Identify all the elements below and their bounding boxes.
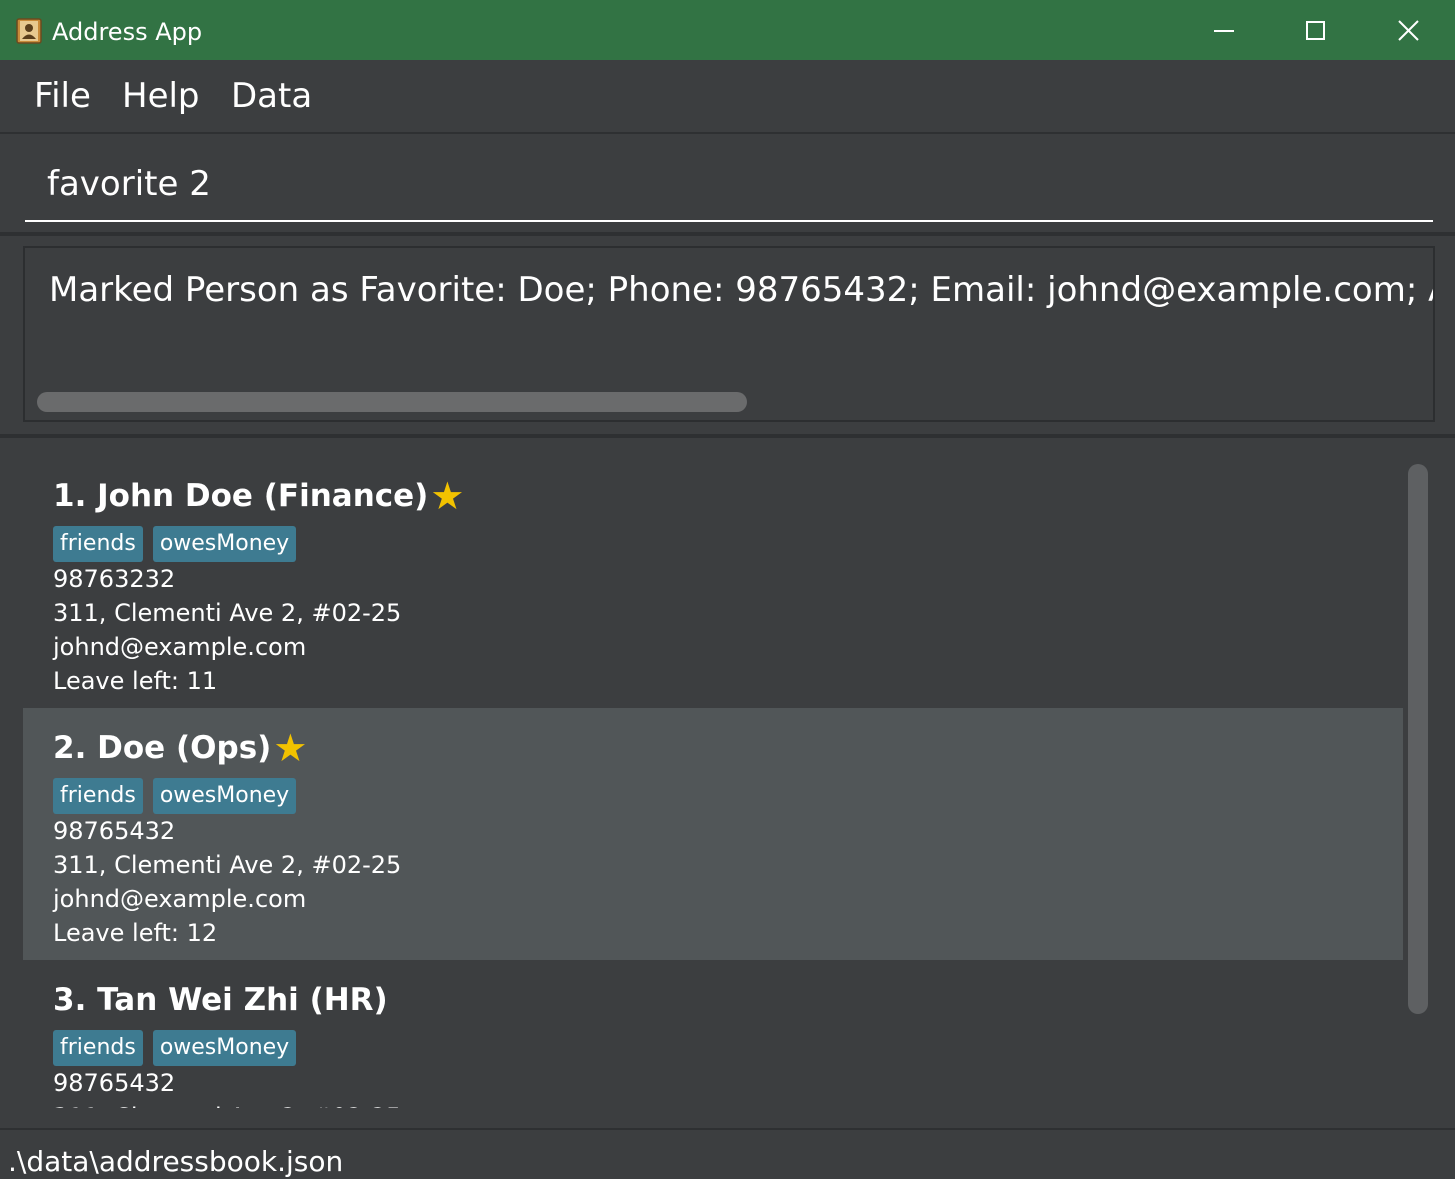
person-card-selected[interactable]: 2. Doe (Ops)★ friends owesMoney 98765432 … bbox=[23, 708, 1403, 960]
person-list: 1. John Doe (Finance)★ friends owesMoney … bbox=[23, 456, 1403, 1108]
command-input[interactable]: favorite 2 bbox=[25, 148, 1433, 222]
maximize-button[interactable] bbox=[1270, 0, 1362, 60]
person-address: 311, Clementi Ave 2, #02-25 bbox=[53, 851, 402, 879]
command-input-value: favorite 2 bbox=[47, 164, 211, 204]
favorite-star-icon: ★ bbox=[430, 474, 465, 518]
result-display[interactable]: Marked Person as Favorite: Doe; Phone: 9… bbox=[23, 246, 1435, 422]
tag-list: friends owesMoney bbox=[53, 778, 306, 814]
tag-badge: friends bbox=[53, 1030, 143, 1066]
tag-badge: owesMoney bbox=[152, 1030, 297, 1066]
minimize-icon bbox=[1214, 30, 1234, 32]
command-box-pane: favorite 2 bbox=[0, 134, 1455, 236]
window-title: Address App bbox=[52, 18, 203, 46]
maximize-icon bbox=[1306, 21, 1325, 40]
person-phone: 98765432 bbox=[53, 817, 176, 845]
person-leave: Leave left: 12 bbox=[53, 919, 218, 947]
person-phone: 98765432 bbox=[53, 1069, 176, 1097]
person-address: 311, Clementi Ave 2, #02-25 bbox=[53, 599, 402, 627]
person-name: 3. Tan Wei Zhi (HR) bbox=[53, 982, 388, 1018]
result-horizontal-scrollbar[interactable] bbox=[37, 392, 747, 412]
tag-badge: owesMoney bbox=[152, 526, 297, 562]
tag-badge: friends bbox=[53, 526, 143, 562]
save-location-path: .\data\addressbook.json bbox=[8, 1145, 344, 1178]
person-email: johnd@example.com bbox=[53, 885, 307, 913]
title-bar: Address App bbox=[0, 0, 1455, 60]
close-button[interactable] bbox=[1362, 0, 1454, 60]
result-display-pane: Marked Person as Favorite: Doe; Phone: 9… bbox=[0, 236, 1455, 438]
person-phone: 98763232 bbox=[53, 565, 176, 593]
favorite-star-icon: ★ bbox=[273, 726, 308, 770]
person-card-title: 3. Tan Wei Zhi (HR) bbox=[53, 980, 388, 1020]
tag-list: friends owesMoney bbox=[53, 1030, 306, 1066]
person-name: 2. Doe (Ops) bbox=[53, 730, 272, 766]
person-card-title: 2. Doe (Ops)★ bbox=[53, 728, 307, 768]
person-card[interactable]: 3. Tan Wei Zhi (HR) friends owesMoney 987… bbox=[23, 960, 1403, 1108]
address-app-window: Address App File Help Data favorite 2 Ma… bbox=[0, 0, 1455, 1179]
person-card[interactable]: 1. John Doe (Finance)★ friends owesMoney … bbox=[23, 456, 1403, 708]
person-leave: Leave left: 11 bbox=[53, 667, 218, 695]
minimize-button[interactable] bbox=[1178, 0, 1270, 60]
menu-data[interactable]: Data bbox=[231, 74, 312, 118]
person-email: johnd@example.com bbox=[53, 633, 307, 661]
person-card-title: 1. John Doe (Finance)★ bbox=[53, 476, 464, 516]
result-message: Marked Person as Favorite: Doe; Phone: 9… bbox=[49, 270, 1433, 310]
person-address: 311, Clementi Ave 2, #02-25 bbox=[53, 1100, 401, 1108]
menu-file[interactable]: File bbox=[34, 74, 91, 118]
person-name: 1. John Doe (Finance) bbox=[53, 478, 429, 514]
list-scrollbar-thumb[interactable] bbox=[1408, 464, 1428, 1014]
person-list-pane: 1. John Doe (Finance)★ friends owesMoney … bbox=[0, 438, 1455, 1128]
menu-help[interactable]: Help bbox=[122, 74, 200, 118]
tag-list: friends owesMoney bbox=[53, 526, 306, 562]
status-bar: .\data\addressbook.json bbox=[0, 1128, 1455, 1179]
menu-bar: File Help Data bbox=[0, 60, 1455, 134]
tag-badge: friends bbox=[53, 778, 143, 814]
close-icon bbox=[1398, 20, 1419, 41]
address-book-icon bbox=[16, 18, 42, 44]
tag-badge: owesMoney bbox=[152, 778, 297, 814]
